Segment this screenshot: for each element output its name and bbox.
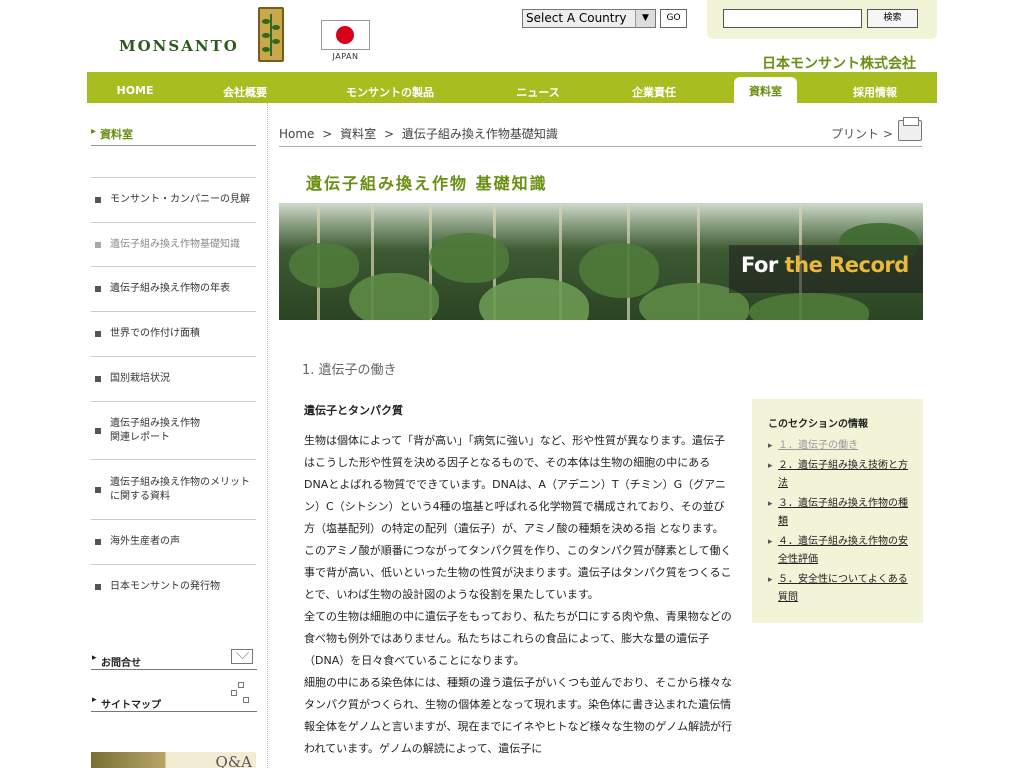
hero-banner: For the Record xyxy=(279,203,923,320)
sidebar-item-label: 遺伝子組み換え作物基礎知識 xyxy=(110,238,240,250)
sidebar-item-countries[interactable]: 国別栽培状況 xyxy=(91,356,256,401)
contact-link[interactable]: お問合せ xyxy=(91,648,257,670)
hero-text-record: the Record xyxy=(784,253,910,277)
chevron-down-icon: ▼ xyxy=(635,10,655,27)
info-link-1[interactable]: １．遺伝子の働き xyxy=(768,437,909,455)
country-select-value: Select A Country xyxy=(526,11,627,25)
sidebar-item-reports[interactable]: 遺伝子組み換え作物 関連レポート xyxy=(91,401,256,459)
nav-library[interactable]: 資料室 xyxy=(734,77,797,103)
logo-text[interactable]: MONSANTO xyxy=(119,37,239,55)
main-nav: HOME 会社概要 モンサントの製品 ニュース 企業責任 資料室 採用情報 xyxy=(87,72,937,103)
hero-text: For the Record xyxy=(741,253,909,277)
info-link-4[interactable]: ４．遺伝子組み換え作物の安全性評価 xyxy=(768,533,909,569)
breadcrumb-home[interactable]: Home xyxy=(279,127,314,141)
sitemap-link[interactable]: サイトマップ xyxy=(91,682,257,712)
info-box-title: このセクションの情報 xyxy=(768,419,868,430)
section-title: 1. 遺伝子の働き xyxy=(302,363,397,378)
nav-home[interactable]: HOME xyxy=(93,72,177,103)
search-input[interactable] xyxy=(723,9,862,28)
sidebar-item-farmers[interactable]: 海外生産者の声 xyxy=(91,519,256,564)
page-title: 遺伝子組み換え作物 基礎知識 xyxy=(306,174,548,193)
sidebar-item-label: モンサント・カンパニーの見解 xyxy=(110,194,250,205)
sidebar-menu: モンサント・カンパニーの見解 遺伝子組み換え作物基礎知識 遺伝子組み換え作物の年… xyxy=(91,177,256,609)
sidebar-title: 資料室 xyxy=(91,126,256,146)
sidebar-item-position[interactable]: モンサント・カンパニーの見解 xyxy=(91,177,256,222)
info-link-3[interactable]: ３．遺伝子組み換え作物の種類 xyxy=(768,495,909,531)
breadcrumb-divider xyxy=(279,146,922,147)
sidebar-item-timeline[interactable]: 遺伝子組み換え作物の年表 xyxy=(91,266,256,311)
paragraph: 生物は個体によって「背が高い」「病気に強い」など、形や性質が異なります。遺伝子は… xyxy=(304,434,732,601)
nav-responsibility[interactable]: 企業責任 xyxy=(608,72,700,103)
sidebar-item-label: 遺伝子組み換え作物 関連レポート xyxy=(110,417,200,443)
info-list: １．遺伝子の働き ２．遺伝子組み換え技術と方法 ３．遺伝子組み換え作物の種類 ４… xyxy=(768,437,909,607)
breadcrumb-current: 遺伝子組み換え作物基礎知識 xyxy=(401,127,558,141)
country-select[interactable]: Select A Country ▼ xyxy=(522,9,656,28)
search-area: 検索 xyxy=(707,0,937,39)
paragraph: 全ての生物は細胞の中に遺伝子をもっており、私たちが口にする肉や魚、青果物などの食… xyxy=(304,610,732,667)
japan-flag-icon xyxy=(321,20,370,50)
logo-mark[interactable] xyxy=(258,7,284,62)
sidebar-item-label: 国別栽培状況 xyxy=(110,373,170,384)
sitemap-icon xyxy=(231,682,251,704)
info-link-5[interactable]: ５．安全性についてよくある質問 xyxy=(768,571,909,607)
print-link[interactable]: プリント > xyxy=(831,125,893,142)
sub-title: 遺伝子とタンパク質 xyxy=(304,404,403,417)
sidebar-item-basics[interactable]: 遺伝子組み換え作物基礎知識 xyxy=(91,222,256,266)
sitemap-label: サイトマップ xyxy=(101,700,161,711)
sidebar-item-label: 遺伝子組み換え作物のメリット に関する資料 xyxy=(110,476,250,502)
contact-label: お問合せ xyxy=(101,658,141,669)
sidebar-item-label: 日本モンサントの発行物 xyxy=(110,581,220,592)
nav-company[interactable]: 会社概要 xyxy=(199,72,291,103)
sidebar-item-label: 海外生産者の声 xyxy=(110,536,180,547)
sidebar-item-acreage[interactable]: 世界での作付け面積 xyxy=(91,311,256,356)
section-info-box: このセクションの情報 １．遺伝子の働き ２．遺伝子組み換え技術と方法 ３．遺伝子… xyxy=(752,399,923,623)
sidebar-item-publications[interactable]: 日本モンサントの発行物 xyxy=(91,564,256,609)
body-text: 生物は個体によって「背が高い」「病気に強い」など、形や性質が異なります。遺伝子は… xyxy=(304,430,734,760)
nav-news[interactable]: ニュース xyxy=(493,72,583,103)
breadcrumb: Home > 資料室 > 遺伝子組み換え作物基礎知識 xyxy=(279,125,562,142)
hero-text-for: For xyxy=(741,253,778,277)
sidebar-divider xyxy=(267,103,268,768)
paragraph: 細胞の中にある染色体には、種類の違う遺伝子がいくつも並んでおり、そこから様々なタ… xyxy=(304,676,733,755)
nav-recruit[interactable]: 採用情報 xyxy=(830,72,920,103)
nav-products[interactable]: モンサントの製品 xyxy=(325,72,455,103)
sidebar-item-benefits[interactable]: 遺伝子組み換え作物のメリット に関する資料 xyxy=(91,459,256,519)
breadcrumb-separator: > xyxy=(384,127,395,141)
search-button[interactable]: 検索 xyxy=(867,9,918,28)
mail-icon xyxy=(231,649,253,664)
sidebar-item-label: 世界での作付け面積 xyxy=(110,328,200,339)
info-link-2[interactable]: ２．遺伝子組み換え技術と方法 xyxy=(768,457,909,493)
printer-icon[interactable] xyxy=(898,117,922,141)
breadcrumb-separator: > xyxy=(322,127,333,141)
breadcrumb-library[interactable]: 資料室 xyxy=(340,127,376,141)
corp-name: 日本モンサント株式会社 xyxy=(762,56,916,72)
qa-banner[interactable]: Q&A xyxy=(91,752,256,768)
sidebar-item-label: 遺伝子組み換え作物の年表 xyxy=(110,283,230,294)
go-button[interactable]: GO xyxy=(660,9,687,28)
flag-label: JAPAN xyxy=(332,52,359,61)
